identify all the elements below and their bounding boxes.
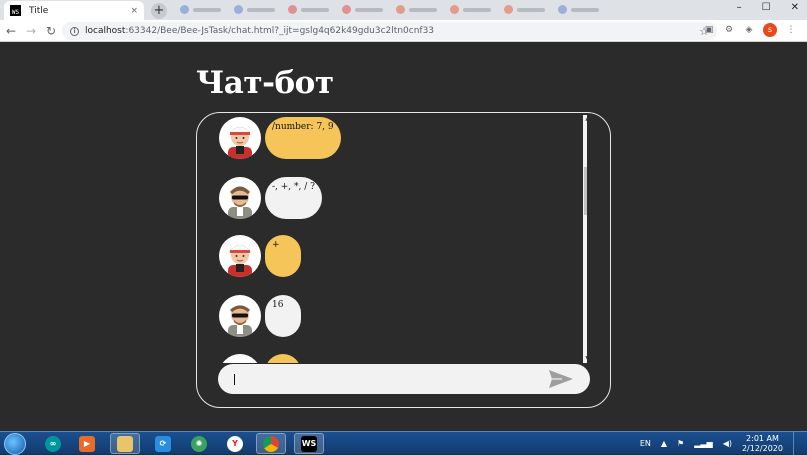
user-avatar	[219, 117, 261, 159]
user-avatar-icon	[228, 244, 252, 277]
chat-message: +	[219, 235, 301, 277]
new-tab-button[interactable]: +	[151, 3, 167, 19]
action-center-icon[interactable]: ⚑	[677, 439, 684, 448]
url-host: localhost	[85, 26, 126, 36]
url-text[interactable]: localhost:63342/Bee/Bee-JsTask/chat.html…	[85, 26, 699, 36]
tab-close-icon[interactable]: ×	[130, 6, 138, 16]
background-tab[interactable]	[450, 5, 498, 14]
browser-tabstrip: WS Title × + – ☐ ✕	[0, 0, 807, 20]
start-button[interactable]	[4, 433, 26, 455]
taskbar-chrome[interactable]	[256, 433, 286, 454]
taskbar-explorer[interactable]	[110, 433, 140, 454]
taskbar-atom[interactable]: ✺	[184, 433, 214, 454]
atom-icon: ✺	[191, 435, 207, 452]
text-caret	[234, 374, 235, 385]
tab-title: Title	[29, 5, 49, 16]
profile-avatar[interactable]: s	[763, 23, 777, 37]
window-controls: – ☐ ✕	[737, 2, 799, 13]
message-list[interactable]: /number: 7, 9 -, +, *, / ? + 16	[197, 113, 587, 363]
user-message-bubble: /number: 7, 9	[265, 117, 341, 159]
background-tab[interactable]	[288, 5, 336, 14]
message-input[interactable]	[232, 369, 546, 389]
chat-message	[219, 354, 301, 363]
background-tabs	[180, 5, 606, 14]
chrome-icon	[263, 435, 279, 452]
scroll-up-icon[interactable]: ▲	[583, 115, 587, 123]
url-path: :63342/Bee/Bee-JsTask/chat.html?_ijt=gsl…	[125, 26, 435, 36]
user-avatar	[219, 235, 261, 277]
settings-icon[interactable]: ⚙	[723, 24, 735, 36]
bot-avatar-icon	[228, 305, 252, 337]
bot-avatar-icon	[228, 186, 252, 219]
yandex-browser-icon: Y	[227, 435, 243, 452]
back-button[interactable]: ←	[2, 24, 20, 38]
user-message-bubble: +	[265, 235, 301, 277]
background-tab[interactable]	[180, 5, 228, 14]
taskbar-app[interactable]: ⟳	[148, 433, 178, 454]
arduino-icon: ∞	[45, 435, 61, 452]
user-avatar-icon	[228, 126, 252, 159]
chat-message: -, +, *, / ?	[219, 177, 322, 219]
language-indicator[interactable]: EN	[640, 439, 651, 448]
app-icon: ⟳	[155, 435, 171, 452]
taskbar-arduino[interactable]: ∞	[38, 433, 68, 454]
windows-taskbar: ∞ ▶ ⟳ ✺ Y WS EN ▲ ⚑ ▂▃▅ ◀) 2:01 AM 2/12/…	[0, 431, 807, 455]
taskbar-webstorm[interactable]: WS	[294, 433, 324, 454]
tray-expand-icon[interactable]: ▲	[661, 439, 667, 448]
clock-date: 2/12/2020	[741, 443, 783, 453]
extension-icon[interactable]: ▣	[703, 24, 715, 36]
send-icon	[549, 370, 573, 388]
message-scrollbar[interactable]: ▲ ▼	[583, 115, 587, 363]
bot-avatar	[219, 295, 261, 337]
user-avatar	[219, 354, 261, 363]
page-title: Чат-бот	[196, 65, 334, 101]
send-button[interactable]	[546, 367, 576, 391]
scroll-down-icon[interactable]: ▼	[583, 355, 587, 363]
bot-message-bubble: 16	[265, 295, 301, 337]
system-tray: EN ▲ ⚑ ▂▃▅ ◀) 2:01 AM 2/12/2020	[640, 432, 803, 455]
user-avatar-icon	[219, 354, 261, 363]
chat-message: /number: 7, 9	[219, 117, 341, 159]
media-player-icon: ▶	[79, 435, 95, 452]
chat-message: 16	[219, 295, 301, 337]
background-tab[interactable]	[558, 5, 606, 14]
webstorm-favicon-icon: WS	[10, 5, 21, 16]
minimize-button[interactable]: –	[737, 2, 742, 13]
message-input-row	[218, 364, 590, 394]
background-tab[interactable]	[342, 5, 390, 14]
clock-time: 2:01 AM	[746, 433, 779, 443]
reload-button[interactable]: ↻	[42, 24, 60, 38]
webstorm-icon: WS	[301, 435, 317, 452]
chat-window: /number: 7, 9 -, +, *, / ? + 16	[196, 112, 611, 408]
background-tab[interactable]	[504, 5, 552, 14]
shield-icon[interactable]: ◈	[743, 24, 755, 36]
browser-toolbar: ← → ↻ i localhost:63342/Bee/Bee-JsTask/c…	[0, 20, 807, 42]
bot-message-bubble: -, +, *, / ?	[265, 177, 322, 219]
bot-avatar	[219, 177, 261, 219]
background-tab[interactable]	[396, 5, 444, 14]
page: Чат-бот /number: 7, 9 -, +, *, / ? + 16	[0, 42, 807, 431]
scroll-thumb[interactable]	[584, 167, 587, 215]
user-message-bubble	[265, 354, 301, 363]
system-clock[interactable]: 2:01 AM 2/12/2020	[742, 434, 783, 454]
menu-icon[interactable]: ⋮	[785, 24, 797, 36]
taskbar-media-player[interactable]: ▶	[72, 433, 102, 454]
taskbar-yandex[interactable]: Y	[220, 433, 250, 454]
folder-icon	[117, 435, 133, 452]
network-icon[interactable]: ▂▃▅	[694, 439, 712, 448]
maximize-button[interactable]: ☐	[762, 2, 771, 13]
browser-tab[interactable]: WS Title ×	[4, 1, 144, 20]
close-window-button[interactable]: ✕	[791, 2, 799, 13]
address-bar[interactable]: i localhost:63342/Bee/Bee-JsTask/chat.ht…	[62, 22, 717, 40]
volume-icon[interactable]: ◀)	[723, 439, 732, 448]
show-desktop-button[interactable]	[793, 432, 803, 455]
site-info-icon[interactable]: i	[70, 26, 79, 36]
forward-button[interactable]: →	[22, 24, 40, 38]
extension-icons: ▣ ⚙ ◈ s ⋮	[703, 23, 797, 37]
background-tab[interactable]	[234, 5, 282, 14]
